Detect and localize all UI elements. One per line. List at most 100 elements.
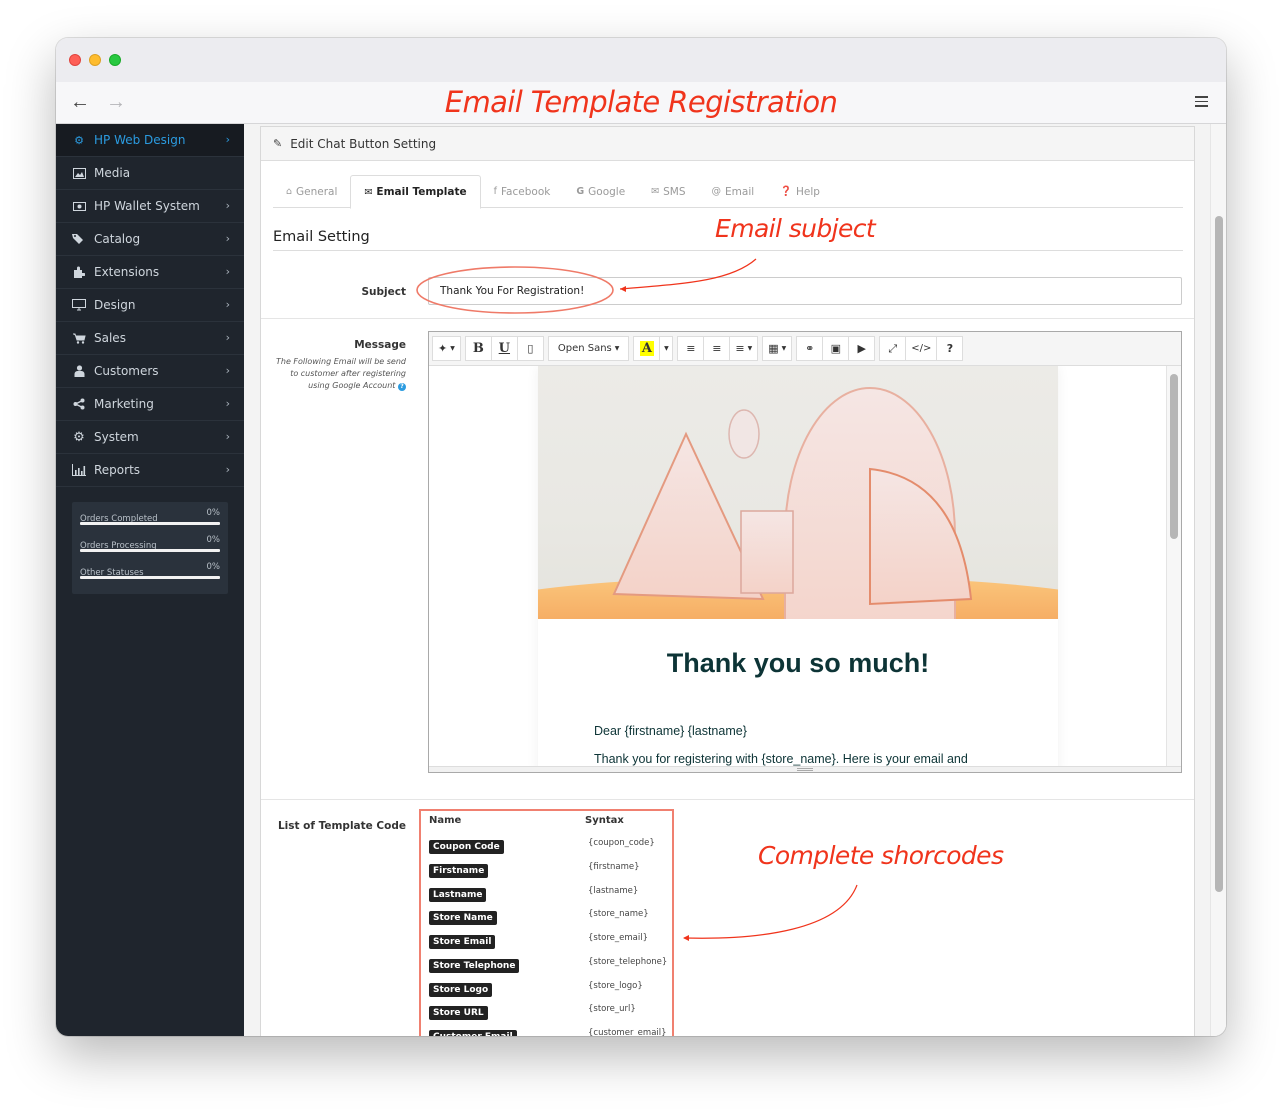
chevron-right-icon: › — [225, 463, 230, 476]
font-family-dropdown[interactable]: Open Sans ▼ — [547, 336, 630, 361]
editor-scrollbar-thumb[interactable] — [1170, 374, 1178, 539]
fullscreen-button[interactable]: ⤢ — [879, 336, 907, 361]
tab-email-template[interactable]: ✉ Email Template — [350, 175, 481, 209]
pencil-icon: ✎ — [273, 137, 283, 150]
email-heading: Thank you so much! — [666, 648, 930, 678]
cart-icon — [72, 331, 86, 345]
main-content: ✎ Edit Chat Button Setting ⌂ General ✉ Ema… — [244, 124, 1226, 1036]
code-name-badge: Lastname — [429, 888, 487, 902]
sidebar-item-catalog[interactable]: Catalog › — [56, 223, 244, 256]
close-window-button[interactable] — [69, 54, 81, 66]
sidebar-item-extensions[interactable]: Extensions › — [56, 256, 244, 289]
minimize-window-button[interactable] — [89, 54, 101, 66]
gear-icon: ⚙ — [73, 429, 85, 445]
tab-facebook[interactable]: f Facebook — [481, 175, 564, 208]
tab-label: Help — [796, 185, 820, 198]
sidebar-item-marketing[interactable]: Marketing › — [56, 388, 244, 421]
style-magic-button[interactable]: ✦ ▼ — [432, 336, 461, 361]
subject-input[interactable] — [428, 277, 1182, 305]
stat-value: 0% — [206, 508, 221, 518]
table-icon: ▦ — [768, 342, 779, 355]
code-name-badge: Coupon Code — [429, 840, 504, 854]
annotation-email-subject: Email subject — [715, 214, 876, 243]
maximize-window-button[interactable] — [109, 54, 121, 66]
insert-image-button[interactable]: ▣ — [822, 336, 850, 361]
sidebar-item-label: Extensions — [94, 265, 160, 279]
panel-title: Edit Chat Button Setting — [290, 136, 437, 151]
sidebar-item-system[interactable]: ⚙ System › — [56, 421, 244, 454]
editor-content[interactable]: Thank you so much! Dear {firstname} {las… — [429, 366, 1167, 766]
page-scrollbar-thumb[interactable] — [1215, 216, 1223, 892]
editor-resize-bar[interactable] — [429, 766, 1181, 772]
browser-toolbar: ← → Email Template Registration — [56, 82, 1226, 124]
color-dropdown-button[interactable]: ▼ — [659, 336, 674, 361]
tab-help[interactable]: ❓ Help — [767, 175, 833, 208]
stat-other-statuses: Other Statuses 0% — [80, 562, 220, 589]
insert-video-button[interactable]: ▶ — [848, 336, 876, 361]
page-scrollbar[interactable] — [1210, 124, 1226, 1036]
bold-button[interactable]: B — [464, 336, 492, 361]
sidebar-item-design[interactable]: Design › — [56, 289, 244, 322]
sidebar-item-label: HP Web Design — [94, 133, 186, 147]
info-icon[interactable]: ? — [398, 383, 406, 391]
table-row: Customer Email {customer_email} — [429, 1026, 669, 1036]
clear-format-button[interactable]: ▯ — [516, 336, 544, 361]
code-view-button[interactable]: </> — [905, 336, 938, 361]
column-header-syntax: Syntax — [585, 815, 624, 826]
chevron-right-icon: › — [225, 331, 230, 344]
bar-chart-icon — [72, 463, 86, 477]
code-icon: </> — [911, 343, 932, 354]
code-syntax: {customer_email} — [588, 1028, 667, 1036]
paragraph-align-dropdown[interactable]: ≡ ▼ — [729, 336, 759, 361]
panel-heading: ✎ Edit Chat Button Setting — [261, 127, 1194, 161]
magic-wand-icon: ✦ — [438, 342, 448, 355]
underline-button[interactable]: U — [490, 336, 518, 361]
hamburger-menu-icon[interactable] — [1195, 96, 1208, 107]
progress-bar — [80, 522, 220, 525]
chevron-right-icon: › — [225, 199, 230, 212]
title-bar — [56, 38, 1226, 82]
table-dropdown[interactable]: ▦ ▼ — [762, 336, 793, 361]
code-name-badge: Store URL — [429, 1006, 488, 1020]
numbered-list-button[interactable]: ≡ — [703, 336, 731, 361]
table-row: Store Telephone {store_telephone} — [429, 955, 669, 973]
help-button[interactable]: ? — [936, 336, 964, 361]
sidebar-item-customers[interactable]: Customers › — [56, 355, 244, 388]
list-ul-icon: ≡ — [686, 342, 696, 355]
highlight-color-button[interactable]: A — [633, 336, 661, 361]
help-text: The Following Email will be send to cust… — [276, 357, 406, 390]
tab-sms[interactable]: ✉ SMS — [638, 175, 698, 208]
email-body: Thank you for registering with {store_na… — [594, 752, 968, 766]
insert-link-button[interactable]: ⚭ — [796, 336, 824, 361]
money-icon — [72, 199, 86, 213]
sidebar-item-label: Catalog — [94, 232, 141, 246]
table-row: Store Email {store_email} — [429, 931, 669, 949]
code-syntax: {store_telephone} — [588, 957, 668, 967]
editor-scrollbar[interactable] — [1166, 366, 1181, 766]
table-row: Store Logo {store_logo} — [429, 979, 669, 997]
tab-label: Email — [725, 185, 755, 198]
sidebar-item-media[interactable]: Media — [56, 157, 244, 190]
tab-general[interactable]: ⌂ General — [273, 175, 350, 208]
bulleted-list-button[interactable]: ≡ — [677, 336, 705, 361]
editor-toolbar: ✦ ▼ B U ▯ Open Sans ▼ A ▼ ≡ ≡ ≡ ▼ ▦ ▼ ⚭ … — [429, 332, 1181, 366]
sidebar-item-hp-web-design[interactable]: ⚙ HP Web Design › — [56, 124, 244, 157]
code-syntax: {coupon_code} — [588, 838, 655, 848]
envelope-icon: ✉ — [651, 186, 660, 197]
tab-google[interactable]: G Google — [563, 175, 638, 208]
message-help-text: The Following Email will be send to cust… — [273, 356, 406, 392]
code-syntax: {store_name} — [588, 909, 649, 919]
code-syntax: {store_email} — [588, 933, 649, 943]
browser-window: ← → Email Template Registration ⚙ HP Web… — [56, 38, 1226, 1036]
tab-bar: ⌂ General ✉ Email Template f Facebook G Goog… — [273, 175, 1183, 209]
image-icon — [72, 166, 86, 180]
resize-handle[interactable] — [797, 768, 813, 771]
sidebar-item-sales[interactable]: Sales › — [56, 322, 244, 355]
sidebar-item-reports[interactable]: Reports › — [56, 454, 244, 487]
table-row: Store Name {store_name} — [429, 907, 669, 925]
rich-text-editor: ✦ ▼ B U ▯ Open Sans ▼ A ▼ ≡ ≡ ≡ ▼ ▦ ▼ ⚭ … — [428, 331, 1182, 773]
sidebar-item-label: Customers — [94, 364, 159, 378]
tab-email[interactable]: @ Email — [699, 175, 768, 208]
divider — [273, 250, 1183, 251]
sidebar-item-hp-wallet-system[interactable]: HP Wallet System › — [56, 190, 244, 223]
